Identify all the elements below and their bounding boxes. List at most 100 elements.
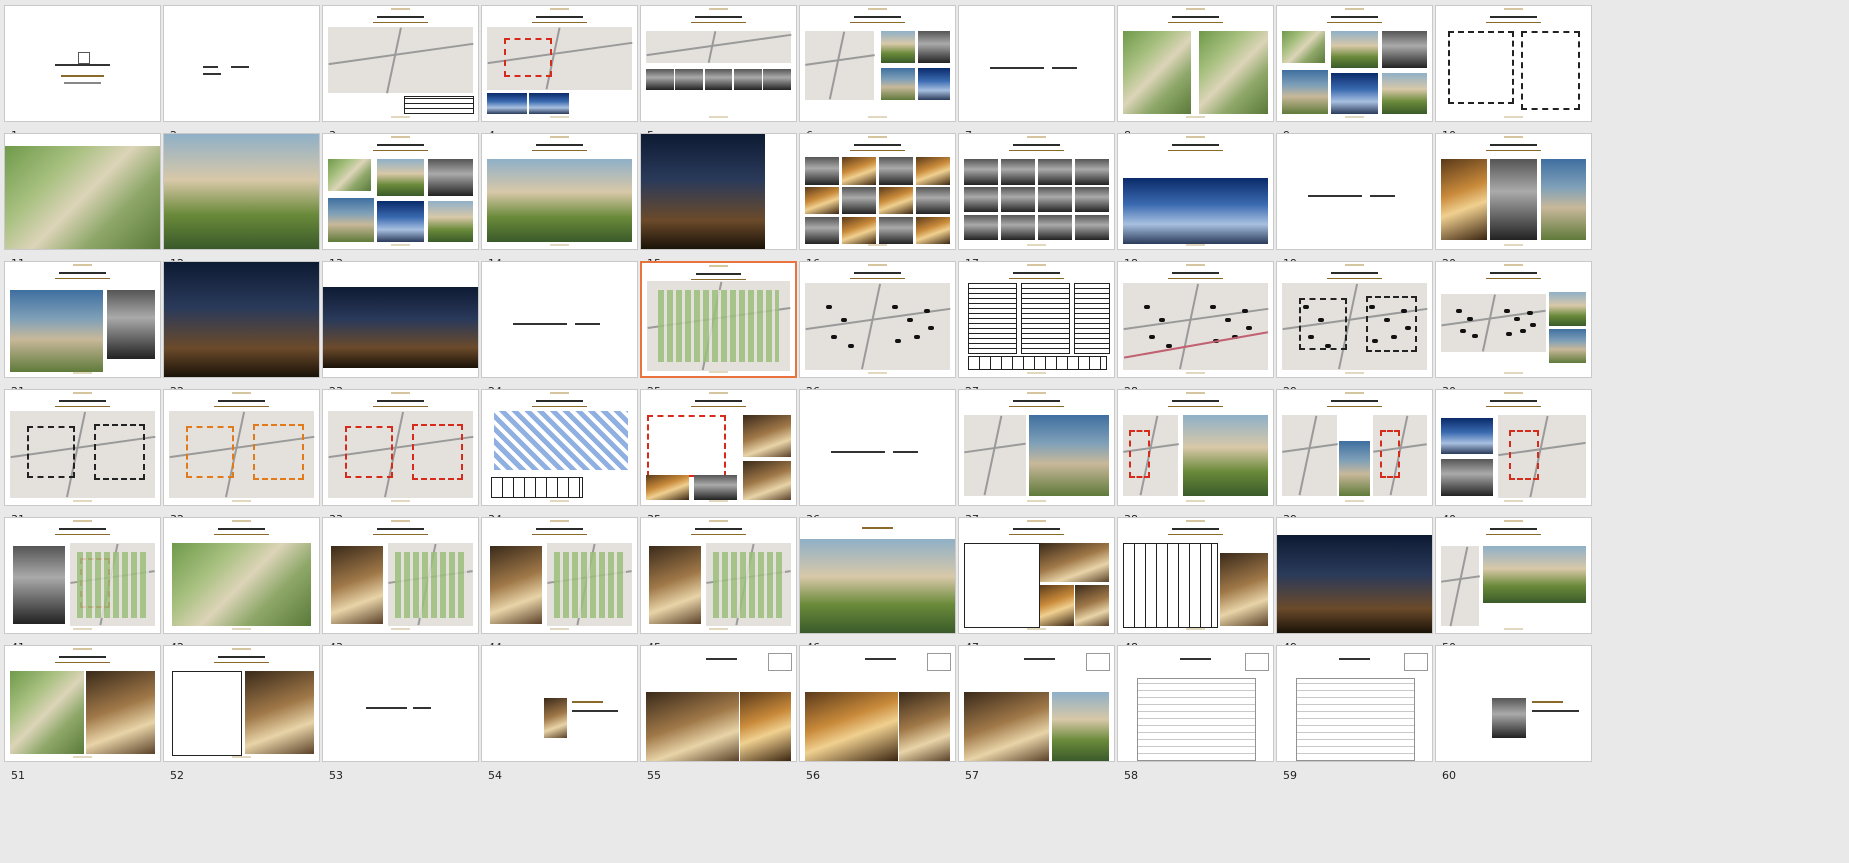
slide-footer-mark [1345,115,1364,118]
slide-thumbnail-28[interactable] [1117,261,1274,378]
photo [428,159,474,197]
slide-cell: 60 [1431,640,1617,790]
slide-thumbnail-33[interactable] [322,389,479,506]
slide-thumbnail-5[interactable] [640,5,797,122]
slide-thumbnail-23[interactable] [322,261,479,378]
slide-thumbnail-15[interactable] [640,133,797,250]
slide-thumbnail-22[interactable] [163,261,320,378]
slide-thumbnail-20[interactable] [1435,133,1592,250]
photo [804,186,839,215]
slide-footer-mark [1186,115,1205,118]
slide-thumbnail-2[interactable] [163,5,320,122]
building-marker [1325,343,1332,348]
render-image [486,159,633,243]
slide-subtitle-bar [531,534,588,536]
slide-thumbnail-40[interactable] [1435,389,1592,506]
slide-thumbnail-45[interactable] [640,517,797,634]
slide-thumbnail-43[interactable] [322,517,479,634]
slide-title-bar [536,528,583,531]
building-marker [1519,328,1526,333]
slide-thumbnail-57[interactable] [958,645,1115,762]
slide-thumbnail-60[interactable] [1435,645,1592,762]
photo [1440,459,1494,496]
slide-thumbnail-3[interactable] [322,5,479,122]
slide-thumbnail-50[interactable] [1435,517,1592,634]
slide-thumbnail-54[interactable] [481,645,638,762]
building-marker [1159,317,1166,322]
slide-header-mark [1504,136,1523,139]
site-plan-map [1281,415,1338,496]
slide-thumbnail-41[interactable] [4,517,161,634]
site-plan-map [1281,282,1428,371]
slide-thumbnail-51[interactable] [4,645,161,762]
key-plan-thumb [1086,652,1110,671]
site-plan-map [706,543,792,627]
slide-thumbnail-7[interactable] [958,5,1115,122]
photo [675,69,703,90]
photo [377,200,424,243]
slide-thumbnail-47[interactable] [958,517,1115,634]
slide-subtitle-bar [213,662,270,664]
slide-thumbnail-44[interactable] [481,517,638,634]
building-marker [841,317,848,322]
slide-thumbnail-18[interactable] [1117,133,1274,250]
slide-thumbnail-19[interactable] [1276,133,1433,250]
slide-title-bar [59,656,106,659]
slide-thumbnail-8[interactable] [1117,5,1274,122]
slide-thumbnail-30[interactable] [1435,261,1592,378]
slide-thumbnail-36[interactable] [799,389,956,506]
slide-thumbnail-11[interactable] [4,133,161,250]
slide-subtitle-bar [531,22,588,24]
slide-thumbnail-38[interactable] [1117,389,1274,506]
slide-footer-mark [1345,499,1364,502]
slide-thumbnail-26[interactable] [799,261,956,378]
slide-thumbnail-39[interactable] [1276,389,1433,506]
photo [1549,291,1587,327]
slide-thumbnail-53[interactable] [322,645,479,762]
key-plan-thumb [768,652,792,671]
slide-thumbnail-49[interactable] [1276,517,1433,634]
slide-header-mark [1186,136,1205,139]
slide-thumbnail-35[interactable] [640,389,797,506]
slide-title-bar [1331,272,1378,275]
slide-thumbnail-13[interactable] [322,133,479,250]
photo [327,198,375,243]
slide-thumbnail-37[interactable] [958,389,1115,506]
slide-thumbnail-29[interactable] [1276,261,1433,378]
slide-title-bar [1013,528,1060,531]
slide-thumbnail-58[interactable] [1117,645,1274,762]
slide-thumbnail-14[interactable] [481,133,638,250]
slide-thumbnail-1[interactable] [4,5,161,122]
cover-subtitle [60,75,105,77]
slide-thumbnail-42[interactable] [163,517,320,634]
road-line [646,34,791,57]
slide-thumbnail-12[interactable] [163,133,320,250]
slide-thumbnail-59[interactable] [1276,645,1433,762]
slide-thumbnail-17[interactable] [958,133,1115,250]
slide-thumbnail-32[interactable] [163,389,320,506]
slide-thumbnail-24[interactable] [481,261,638,378]
slide-thumbnail-27[interactable] [958,261,1115,378]
slide-thumbnail-10[interactable] [1435,5,1592,122]
building-marker [1144,304,1151,309]
slide-thumbnail-4[interactable] [481,5,638,122]
slide-thumbnail-21[interactable] [4,261,161,378]
slide-title-bar [1331,400,1378,403]
slide-thumbnail-46[interactable] [799,517,956,634]
slide-subtitle-bar [372,150,429,152]
slide-thumbnail-16[interactable] [799,133,956,250]
slide-title-bar [1331,16,1378,19]
slide-thumbnail-52[interactable] [163,645,320,762]
slide-thumbnail-34[interactable] [481,389,638,506]
slide-thumbnail-6[interactable] [799,5,956,122]
road-line [328,43,473,66]
slide-thumbnail-31[interactable] [4,389,161,506]
slide-thumbnail-25[interactable] [640,261,797,378]
slide-thumbnail-48[interactable] [1117,517,1274,634]
slide-header-mark [73,648,92,651]
slide-thumbnail-9[interactable] [1276,5,1433,122]
slide-footer-mark [550,115,569,118]
slide-subtitle-bar [1485,534,1542,536]
slide-thumbnail-55[interactable] [640,645,797,762]
slide-thumbnail-56[interactable] [799,645,956,762]
